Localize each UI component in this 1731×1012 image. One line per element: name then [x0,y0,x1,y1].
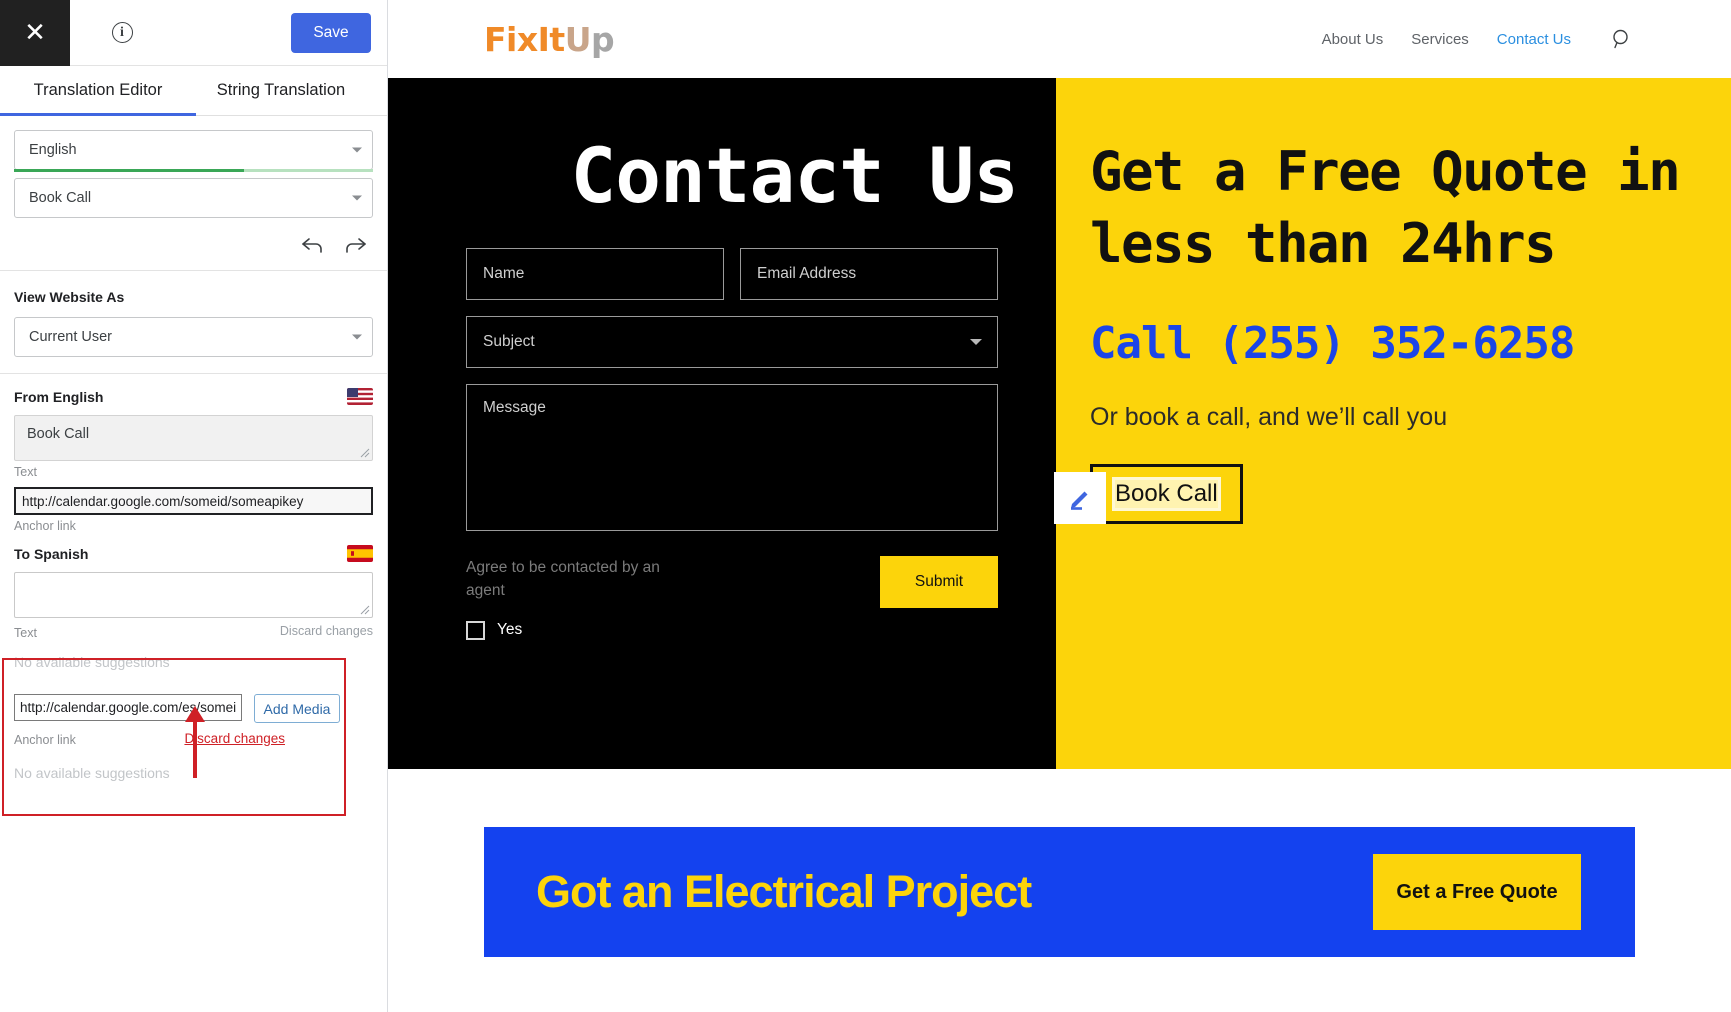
undo-arrow-icon [302,238,322,253]
redo-button[interactable] [343,232,369,258]
name-email-row [466,248,998,301]
to-text-sub-row: Text Discard changes [14,622,373,640]
undo-button[interactable] [299,232,325,258]
view-as-select-value: Current User [29,329,112,345]
translation-sidebar: ✕ i Save Translation Editor String Trans… [0,0,388,1012]
from-english-section: From English Book Call Text http://calen… [0,374,387,533]
sidebar-tabs: Translation Editor String Translation [0,66,387,116]
nav-item-services[interactable]: Services [1411,31,1469,48]
from-language-heading: From English [14,388,104,405]
nav-item-contact-us[interactable]: Contact Us [1497,31,1571,48]
consent-group: Agree to be contacted by an agent Yes [466,556,676,640]
add-media-button[interactable]: Add Media [254,694,340,723]
to-anchor-sublabel: Anchor link [14,733,76,747]
consent-checkbox-label: Yes [497,621,523,639]
to-language-row: To Spanish [14,545,373,562]
agree-text: Agree to be contacted by an agent [466,559,660,600]
language-select-value: English [29,142,77,158]
view-website-as-heading: View Website As [14,289,125,305]
logo-part-1: FixIt [484,19,565,59]
book-call-label: Book Call [1112,476,1221,511]
app-root: ✕ i Save Translation Editor String Trans… [0,0,1731,1012]
chevron-down-icon [970,339,982,346]
chevron-down-icon [352,334,362,340]
redo-arrow-icon [346,238,366,253]
email-input[interactable] [740,248,998,301]
message-textarea[interactable] [466,384,998,532]
name-input[interactable] [466,248,724,301]
view-website-as-section: View Website As Current User [0,271,387,373]
hero-section: Contact Us Agree to be contacted by an a… [388,78,1731,769]
cta-strip: Got an Electrical Project Get a Free Quo… [388,769,1731,957]
nav-item-about-us[interactable]: About Us [1322,31,1384,48]
from-anchor-input[interactable] [14,487,373,515]
pencil-icon [1071,491,1088,510]
chevron-down-icon [352,147,362,153]
string-select-value: Book Call [29,190,92,206]
language-select[interactable]: English [14,130,373,170]
string-select[interactable]: Book Call [14,178,373,218]
site-header: FixItUp About Us Services Contact Us [388,0,1731,78]
form-footer: Agree to be contacted by an agent Yes Su… [466,556,998,640]
to-text-sublabel: Text [14,626,37,640]
from-text-sublabel: Text [14,465,37,479]
edit-translation-button[interactable] [1054,471,1106,524]
contact-form: Agree to be contacted by an agent Yes Su… [388,212,1026,640]
info-icon: i [111,22,133,43]
resize-handle-icon [360,448,370,458]
promo-headline: Get a Free Quote in less than 24hrs [1090,140,1681,275]
to-spanish-section: To Spanish Text Discard changes No avail… [0,533,387,670]
language-picker-section: English Book Call [0,116,387,218]
subject-select-wrap [466,316,998,369]
close-button[interactable]: ✕ [0,0,70,66]
annotation-arrow-icon [185,706,205,778]
resize-handle-icon [360,605,370,615]
tab-string-translation[interactable]: String Translation [196,66,366,115]
tab-translation-editor[interactable]: Translation Editor [0,66,196,116]
us-flag-icon [347,388,373,405]
cta-banner: Got an Electrical Project Get a Free Quo… [484,827,1635,957]
consent-checkbox-row[interactable]: Yes [466,620,676,640]
page-title: Contact Us [570,131,1019,220]
book-call-wrapper: Book Call [1054,463,1243,524]
from-text-value[interactable]: Book Call [14,415,373,461]
save-button[interactable]: Save [291,13,371,53]
chevron-down-icon [352,195,362,201]
info-button[interactable]: i [108,19,136,47]
logo-part-3: p [591,19,615,59]
consent-checkbox[interactable] [466,620,485,640]
logo-part-2: U [564,19,592,59]
discard-changes-link[interactable]: Discard changes [280,624,373,638]
site-logo[interactable]: FixItUp [484,19,615,59]
sidebar-topbar: ✕ i Save [0,0,387,66]
es-flag-icon [347,545,373,562]
from-language-row: From English [14,388,373,405]
submit-button[interactable]: Submit [880,556,998,609]
to-no-suggestions: No available suggestions [14,654,170,670]
to-text-value[interactable] [14,572,373,618]
to-language-heading: To Spanish [14,545,89,562]
cta-headline: Got an Electrical Project [536,866,1032,917]
site-nav: About Us Services Contact Us [1322,28,1633,50]
close-icon: ✕ [24,17,46,48]
history-controls [0,218,387,270]
from-anchor-sublabel: Anchor link [14,519,76,533]
website-preview: FixItUp About Us Services Contact Us Con… [388,0,1731,1012]
search-icon[interactable] [1611,28,1633,50]
get-free-quote-button[interactable]: Get a Free Quote [1373,854,1581,930]
book-call-button[interactable]: Book Call [1090,463,1243,524]
view-as-select[interactable]: Current User [14,317,373,357]
promo-panel: Get a Free Quote in less than 24hrs Call… [1054,78,1731,769]
contact-form-panel: Contact Us Agree to be contacted by an a… [388,78,1056,769]
translation-progress-bar [14,169,373,172]
subject-select[interactable] [466,316,998,369]
promo-phone[interactable]: Call (255) 352-6258 [1090,318,1731,369]
promo-subtext: Or book a call, and we’ll call you [1090,402,1448,431]
